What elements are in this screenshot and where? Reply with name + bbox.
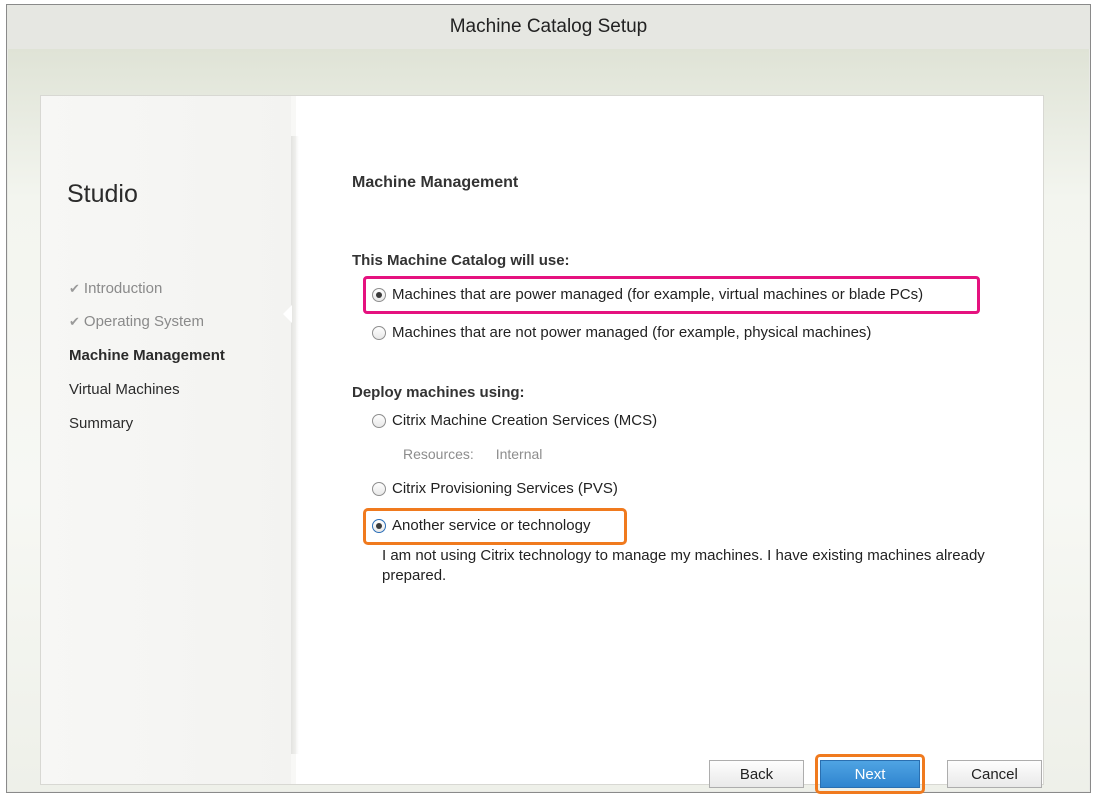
- radio-power-managed[interactable]: Machines that are power managed (for exa…: [372, 286, 923, 303]
- radio-button-icon[interactable]: [372, 413, 386, 428]
- wizard-window: Machine Catalog Setup Studio ✔ Introduct…: [6, 4, 1091, 794]
- resources-value: Internal: [495, 446, 543, 462]
- cancel-button[interactable]: Cancel: [947, 760, 1042, 788]
- wizard-steps-nav: Studio ✔ Introduction ✔ Operating System…: [41, 96, 291, 784]
- radio-label: Machines that are not power managed (for…: [392, 324, 872, 341]
- radio-button-icon[interactable]: [372, 287, 386, 302]
- radio-button-icon[interactable]: [372, 518, 386, 533]
- radio-label: Citrix Provisioning Services (PVS): [392, 480, 618, 497]
- studio-title: Studio: [67, 180, 138, 208]
- radio-label: Machines that are power managed (for exa…: [392, 286, 924, 303]
- next-button[interactable]: Next: [820, 760, 920, 788]
- wizard-panel: Studio ✔ Introduction ✔ Operating System…: [40, 95, 1044, 794]
- resources-info: Resources: Internal: [403, 446, 542, 462]
- page-title: Machine Management: [352, 174, 519, 191]
- step-virtual-machines[interactable]: Virtual Machines: [69, 381, 180, 398]
- another-service-description: I am not using Citrix technology to mana…: [382, 547, 985, 584]
- radio-pvs[interactable]: Citrix Provisioning Services (PVS): [372, 480, 618, 497]
- catalog-use-label: This Machine Catalog will use:: [352, 252, 570, 269]
- radio-button-icon[interactable]: [372, 481, 386, 496]
- step-summary[interactable]: Summary: [69, 415, 133, 432]
- window-title: Machine Catalog Setup: [449, 16, 648, 37]
- radio-another-service[interactable]: Another service or technology: [372, 517, 590, 534]
- checkmark-icon: ✔: [69, 313, 80, 329]
- content-area: Machine Management This Machine Catalog …: [296, 96, 1043, 794]
- step-label: Virtual Machines: [69, 381, 180, 398]
- checkmark-icon: ✔: [69, 280, 80, 296]
- step-label: Operating System: [83, 313, 204, 330]
- radio-mcs[interactable]: Citrix Machine Creation Services (MCS): [372, 412, 657, 429]
- window-titlebar: Machine Catalog Setup: [7, 5, 1090, 49]
- radio-label: Another service or technology: [392, 517, 591, 534]
- window-body: Studio ✔ Introduction ✔ Operating System…: [8, 49, 1089, 794]
- deploy-label: Deploy machines using:: [352, 384, 525, 401]
- nav-divider: [291, 136, 299, 754]
- back-button[interactable]: Back: [709, 760, 804, 788]
- resources-label: Resources:: [403, 446, 474, 462]
- step-introduction[interactable]: ✔ Introduction: [69, 280, 162, 297]
- step-label: Summary: [69, 415, 134, 432]
- step-label: Machine Management: [69, 347, 225, 364]
- radio-button-icon[interactable]: [372, 325, 386, 340]
- radio-not-power-managed[interactable]: Machines that are not power managed (for…: [372, 324, 871, 341]
- step-operating-system[interactable]: ✔ Operating System: [69, 313, 204, 330]
- step-machine-management[interactable]: Machine Management: [69, 347, 225, 364]
- step-label: Introduction: [83, 280, 163, 297]
- radio-label: Citrix Machine Creation Services (MCS): [392, 412, 658, 429]
- active-step-pointer-icon: [283, 305, 292, 323]
